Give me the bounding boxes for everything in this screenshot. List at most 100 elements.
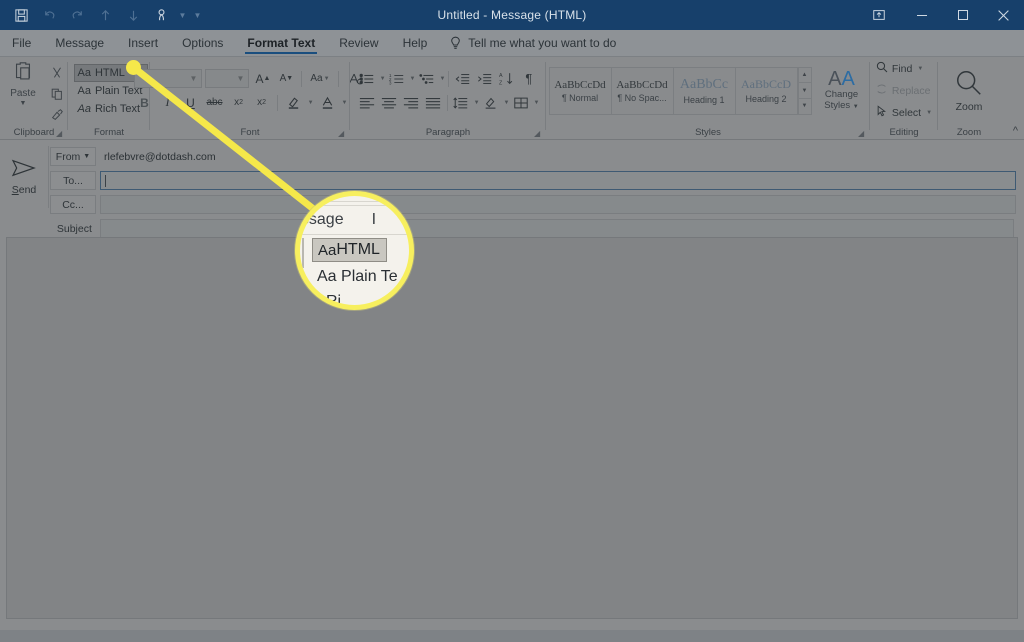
message-body-input[interactable] [6, 237, 1018, 619]
cut-button[interactable] [47, 64, 67, 82]
send-button[interactable]: Send [6, 147, 42, 205]
superscript-button[interactable]: x2 [252, 93, 272, 112]
collapse-ribbon-icon[interactable]: ^ [1013, 125, 1018, 137]
customize-qat-icon[interactable]: ▼ [191, 3, 204, 27]
styles-dialog-launcher-icon[interactable]: ◢ [858, 129, 867, 138]
shading-icon[interactable] [481, 93, 502, 112]
show-formatting-marks-icon[interactable]: ¶ [518, 69, 539, 88]
style-heading-1[interactable]: AaBbCc Heading 1 [674, 67, 736, 114]
line-spacing-icon[interactable] [451, 93, 472, 112]
to-button[interactable]: To... [50, 171, 96, 190]
styles-scroll-down-icon[interactable]: ▼ [798, 83, 811, 99]
next-item-icon[interactable] [120, 3, 146, 27]
format-painter-button[interactable] [47, 106, 67, 124]
tab-help[interactable]: Help [391, 30, 440, 56]
tell-me-label: Tell me what you want to do [468, 36, 617, 50]
touch-mode-icon[interactable] [148, 3, 174, 27]
text-highlight-color-icon[interactable] [283, 93, 304, 112]
increase-indent-icon[interactable] [474, 69, 495, 88]
copy-button[interactable] [47, 85, 67, 103]
to-input[interactable] [100, 171, 1016, 190]
tab-file[interactable]: File [0, 30, 43, 56]
from-button[interactable]: From ▼ [50, 147, 96, 166]
shrink-font-button[interactable]: A ▼ [276, 69, 296, 88]
replace-button[interactable]: Replace [872, 81, 936, 100]
bold-button[interactable]: B [134, 93, 154, 112]
style-no-spacing-preview: AaBbCcDd [616, 78, 668, 91]
align-right-icon[interactable] [401, 93, 422, 112]
highlight-dropdown-icon[interactable]: ▼ [308, 100, 314, 106]
sort-icon[interactable]: A Z [496, 69, 517, 88]
underline-button[interactable]: U [180, 93, 200, 112]
numbering-dropdown-icon[interactable]: ▼ [410, 76, 416, 82]
style-normal[interactable]: AaBbCcDd ¶ Normal [550, 67, 612, 114]
redo-icon[interactable] [64, 3, 90, 27]
cc-button[interactable]: Cc... [50, 195, 96, 214]
send-label: Send [11, 183, 37, 196]
find-dropdown-icon[interactable]: ▼ [917, 66, 923, 72]
font-color-icon[interactable] [317, 93, 338, 112]
change-case-button[interactable]: Aa ▼ [307, 69, 332, 88]
previous-item-icon[interactable] [92, 3, 118, 27]
message-header: Send From ▼ rlefebvre@dotdash.com To... C… [0, 141, 1024, 238]
change-styles-button[interactable]: AA Change Styles ▼ [816, 69, 868, 113]
subscript-button[interactable]: x2 [229, 93, 249, 112]
bullets-icon[interactable] [357, 69, 378, 88]
maximize-icon[interactable] [942, 0, 983, 30]
tab-message[interactable]: Message [43, 30, 116, 56]
multilevel-dropdown-icon[interactable]: ▼ [439, 76, 445, 82]
style-heading-2[interactable]: AaBbCcD Heading 2 [736, 67, 798, 114]
shading-dropdown-icon[interactable]: ▼ [504, 100, 510, 106]
format-rich-text-prefix: Aa [77, 102, 91, 115]
font-color-dropdown-icon[interactable]: ▼ [342, 100, 348, 106]
font-name-input[interactable]: ▼ [134, 69, 203, 88]
bullets-dropdown-icon[interactable]: ▼ [380, 76, 386, 82]
subject-label: Subject [56, 222, 92, 235]
line-spacing-dropdown-icon[interactable]: ▼ [474, 100, 480, 106]
ribbon-group-paragraph: ▼ 1 2 3 ▼ ▼ A Z ¶ ▼ ▼ ▼ Paragraph ◢ [350, 57, 546, 140]
multilevel-list-icon[interactable] [416, 69, 437, 88]
align-left-icon[interactable] [357, 93, 378, 112]
select-dropdown-icon[interactable]: ▼ [926, 110, 932, 116]
styles-gallery[interactable]: AaBbCcDd ¶ Normal AaBbCcDd ¶ No Spac... … [548, 66, 812, 115]
subject-input[interactable] [99, 219, 1014, 238]
callout-anchor-dot [126, 60, 141, 75]
tab-review[interactable]: Review [327, 30, 390, 56]
select-button[interactable]: Select ▼ [872, 103, 936, 122]
paste-dropdown-icon[interactable]: ▼ [20, 100, 27, 107]
justify-icon[interactable] [423, 93, 444, 112]
zoom-button[interactable]: Zoom [954, 68, 984, 113]
cc-input[interactable] [100, 195, 1016, 214]
tab-format-text[interactable]: Format Text [235, 30, 327, 56]
borders-dropdown-icon[interactable]: ▼ [533, 100, 539, 106]
grow-font-button[interactable]: A ▲ [252, 69, 273, 88]
subject-row: Subject [46, 219, 1014, 238]
italic-button[interactable]: I [157, 93, 177, 112]
ribbon-display-options-icon[interactable] [857, 0, 901, 30]
styles-gallery-scroll[interactable]: ▲ ▼ ▼ [797, 67, 811, 114]
tell-me-search[interactable]: Tell me what you want to do [439, 30, 626, 56]
tab-options[interactable]: Options [170, 30, 235, 56]
close-icon[interactable] [983, 0, 1024, 30]
minimize-icon[interactable] [901, 0, 942, 30]
paragraph-dialog-launcher-icon[interactable]: ◢ [534, 129, 543, 138]
change-styles-line2: Styles ▼ [824, 99, 859, 111]
undo-icon[interactable] [36, 3, 62, 27]
numbering-icon[interactable]: 1 2 3 [387, 69, 408, 88]
styles-more-icon[interactable]: ▼ [799, 99, 811, 114]
find-button[interactable]: Find ▼ [872, 59, 936, 78]
font-dialog-launcher-icon[interactable]: ◢ [338, 129, 347, 138]
paste-button[interactable]: Paste ▼ [1, 60, 45, 107]
strikethrough-button[interactable]: abc [203, 93, 225, 112]
clipboard-dialog-launcher-icon[interactable]: ◢ [56, 129, 65, 138]
tab-insert[interactable]: Insert [116, 30, 170, 56]
align-center-icon[interactable] [379, 93, 400, 112]
styles-scroll-up-icon[interactable]: ▲ [798, 68, 811, 84]
borders-icon[interactable] [510, 93, 531, 112]
save-icon[interactable] [8, 3, 34, 27]
touch-mode-dropdown-icon[interactable]: ▼ [176, 3, 189, 27]
decrease-indent-icon[interactable] [452, 69, 473, 88]
zoom-label: Zoom [955, 101, 983, 113]
style-no-spacing[interactable]: AaBbCcDd ¶ No Spac... [612, 67, 674, 114]
font-size-input[interactable]: ▼ [205, 69, 250, 88]
